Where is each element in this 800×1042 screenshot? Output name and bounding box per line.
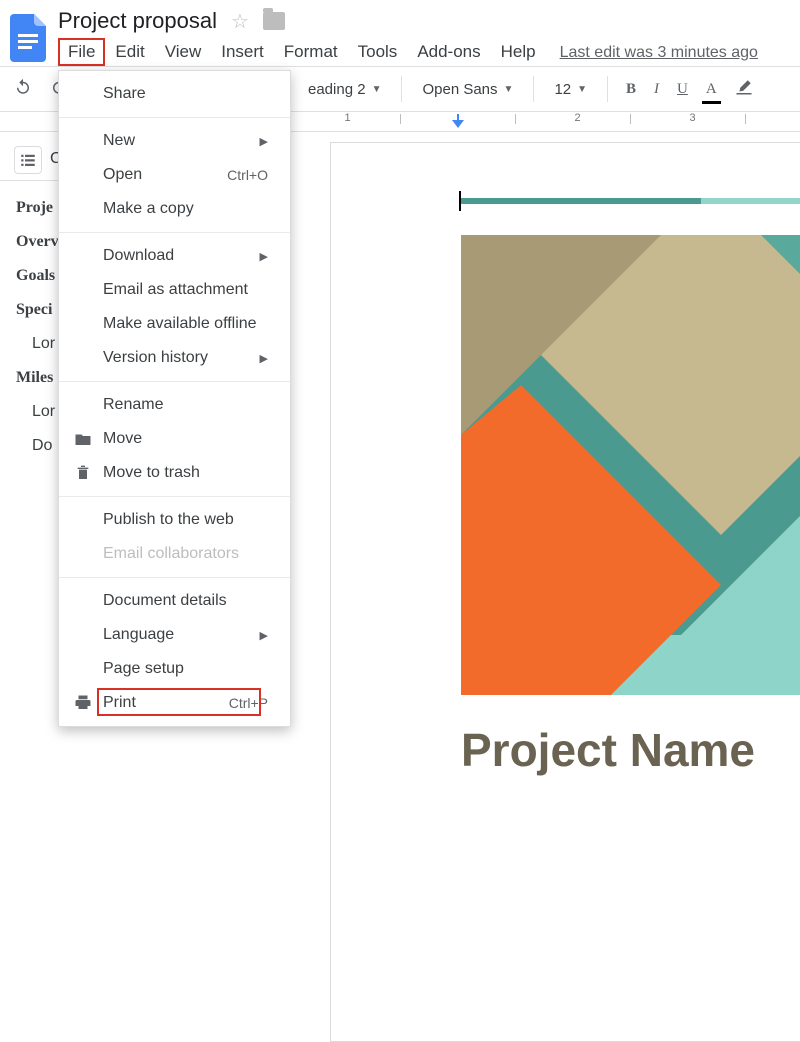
menu-item-label: Language	[103, 626, 250, 644]
menu-item-label: Make available offline	[103, 315, 268, 333]
menu-available-offline[interactable]: Make available offline	[59, 307, 290, 341]
folder-move-icon	[73, 431, 93, 447]
menu-item-label: Download	[103, 247, 250, 265]
trash-icon	[73, 464, 93, 482]
undo-icon[interactable]	[10, 74, 36, 104]
menu-item-label: Version history	[103, 349, 250, 367]
menu-shortcut: Ctrl+P	[229, 695, 268, 711]
font-dropdown[interactable]: Open Sans ▼	[416, 81, 519, 98]
move-folder-icon[interactable]	[263, 12, 285, 30]
file-menu-dropdown: Share New ▶ Open Ctrl+O Make a copy Downlo…	[58, 70, 291, 727]
menu-format[interactable]: Format	[274, 38, 348, 66]
menu-shortcut: Ctrl+O	[227, 167, 268, 183]
submenu-arrow-icon: ▶	[260, 352, 268, 365]
menu-item-label: Move to trash	[103, 464, 268, 482]
menu-item-label: Print	[103, 694, 219, 712]
menu-edit[interactable]: Edit	[105, 38, 154, 66]
menu-item-label: Email as attachment	[103, 281, 268, 299]
menu-open[interactable]: Open Ctrl+O	[59, 158, 290, 192]
menu-print[interactable]: Print Ctrl+P	[59, 686, 290, 720]
document-page[interactable]: Project Name	[330, 142, 800, 1042]
menu-rename[interactable]: Rename	[59, 388, 290, 422]
menu-addons[interactable]: Add-ons	[407, 38, 490, 66]
bold-button[interactable]: B	[622, 77, 640, 102]
ruler-tick-label: 2	[575, 112, 576, 124]
menu-item-label: New	[103, 132, 250, 150]
dropdown-icon: ▼	[372, 84, 382, 95]
menu-item-label: Page setup	[103, 660, 268, 678]
menu-item-label: Email collaborators	[103, 545, 268, 563]
menu-language[interactable]: Language ▶	[59, 618, 290, 652]
menu-share[interactable]: Share	[59, 77, 290, 111]
text-color-button[interactable]: A	[702, 77, 721, 102]
print-icon	[73, 694, 93, 712]
docs-logo-icon[interactable]	[8, 8, 48, 62]
font-label: Open Sans	[422, 81, 497, 98]
paragraph-style-dropdown[interactable]: eading 2 ▼	[302, 81, 387, 98]
menu-page-setup[interactable]: Page setup	[59, 652, 290, 686]
document-heading[interactable]: Project Name	[461, 723, 755, 777]
menu-publish-web[interactable]: Publish to the web	[59, 503, 290, 537]
menu-view[interactable]: View	[155, 38, 212, 66]
indent-marker[interactable]	[452, 120, 464, 128]
menu-item-label: Make a copy	[103, 200, 268, 218]
menu-tools[interactable]: Tools	[348, 38, 408, 66]
outline-toggle-icon[interactable]	[14, 146, 42, 174]
star-icon[interactable]: ☆	[231, 9, 249, 34]
menu-make-copy[interactable]: Make a copy	[59, 192, 290, 226]
menu-email-attachment[interactable]: Email as attachment	[59, 273, 290, 307]
menu-document-details[interactable]: Document details	[59, 584, 290, 618]
menu-item-label: Share	[103, 85, 268, 103]
menu-move-to-trash[interactable]: Move to trash	[59, 456, 290, 490]
ruler-tick-label: 3	[690, 112, 691, 124]
italic-button[interactable]: I	[650, 77, 663, 102]
header-decorative-bar	[461, 198, 800, 204]
menubar: File Edit View Insert Format Tools Add-o…	[58, 38, 758, 66]
submenu-arrow-icon: ▶	[260, 250, 268, 263]
last-edit-link[interactable]: Last edit was 3 minutes ago	[560, 44, 758, 62]
submenu-arrow-icon: ▶	[260, 629, 268, 642]
paragraph-style-label: eading 2	[308, 81, 366, 98]
menu-help[interactable]: Help	[491, 38, 546, 66]
document-title[interactable]: Project proposal	[58, 8, 217, 34]
menu-insert[interactable]: Insert	[211, 38, 274, 66]
menu-item-label: Move	[103, 430, 268, 448]
menu-file[interactable]: File	[58, 38, 105, 66]
font-size-label: 12	[554, 81, 571, 98]
menu-item-label: Open	[103, 166, 217, 184]
dropdown-icon: ▼	[577, 84, 587, 95]
menu-email-collaborators: Email collaborators	[59, 537, 290, 571]
underline-button[interactable]: U	[673, 77, 692, 102]
menu-download[interactable]: Download ▶	[59, 239, 290, 273]
menu-move[interactable]: Move	[59, 422, 290, 456]
menu-item-label: Publish to the web	[103, 511, 268, 529]
font-size-dropdown[interactable]: 12 ▼	[548, 81, 593, 98]
cover-image	[461, 235, 800, 695]
menu-item-label: Rename	[103, 396, 268, 414]
menu-item-label: Document details	[103, 592, 268, 610]
menu-version-history[interactable]: Version history ▶	[59, 341, 290, 375]
dropdown-icon: ▼	[504, 84, 514, 95]
submenu-arrow-icon: ▶	[260, 135, 268, 148]
highlight-button[interactable]	[731, 74, 757, 104]
menu-new[interactable]: New ▶	[59, 124, 290, 158]
ruler-tick-label: 1	[345, 112, 346, 124]
